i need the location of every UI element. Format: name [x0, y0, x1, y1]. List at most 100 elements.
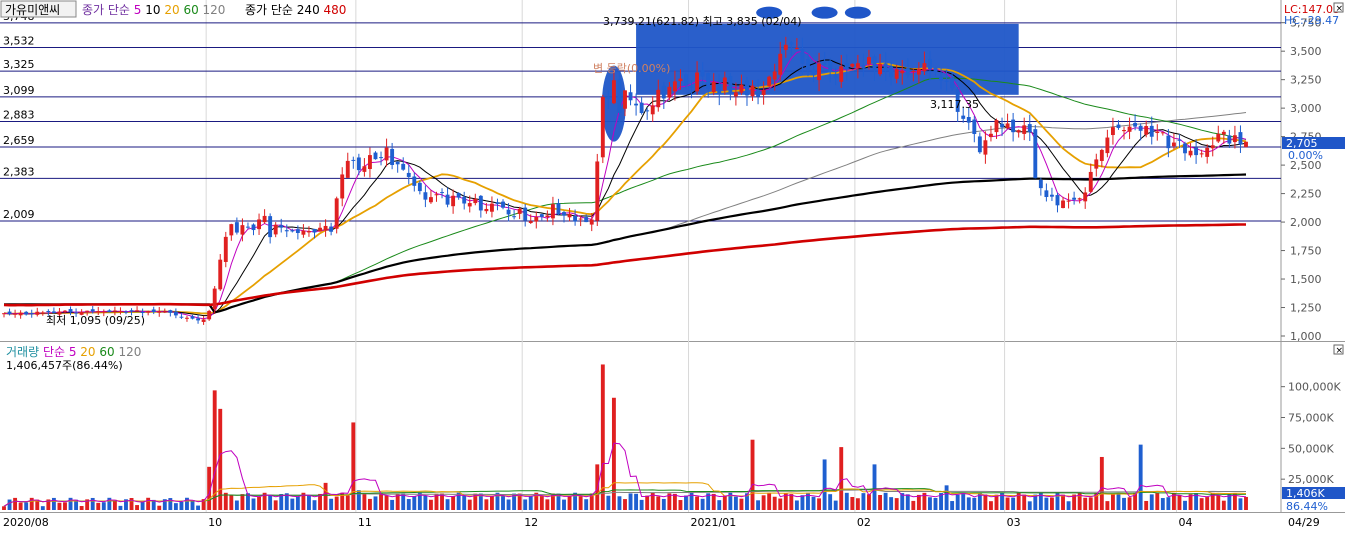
volume-bar: [623, 499, 627, 510]
level-label: 3,532: [3, 35, 35, 48]
candle-body: [611, 80, 616, 104]
candle-body: [844, 63, 849, 70]
candle-body: [989, 133, 993, 138]
volume-bar: [135, 505, 140, 510]
volume-bar: [911, 500, 916, 510]
candle-body: [928, 58, 932, 70]
volume-bar: [423, 495, 428, 510]
candle-body: [334, 198, 339, 229]
candle-body: [185, 317, 189, 319]
volume-bar: [173, 503, 178, 510]
volume-bar: [1177, 494, 1182, 510]
candle-body: [1238, 132, 1243, 145]
chart-canvas[interactable]: 3,7483,5323,3253,0992,8832,6592,3832,009…: [0, 0, 1345, 532]
volume-bar: [373, 496, 378, 510]
volume-bar: [1183, 500, 1187, 510]
volume-bar: [850, 497, 855, 510]
candle-body: [789, 42, 794, 45]
volume-bar: [362, 493, 367, 510]
candle-body: [135, 310, 140, 312]
volume-bar: [1072, 494, 1077, 510]
x-tick-label: 2020/08: [3, 516, 49, 529]
volume-bar: [695, 496, 700, 510]
candle-body: [1244, 141, 1248, 147]
volume-bar: [794, 500, 799, 510]
candle-body: [478, 195, 483, 211]
candle-body: [368, 155, 372, 170]
long-ma-legend[interactable]: 종가 단순 240 480: [245, 3, 346, 17]
volume-y-tick-label: 50,000K: [1288, 442, 1334, 455]
candle-body: [362, 166, 367, 172]
volume-bar: [18, 502, 23, 510]
candle-body: [750, 85, 755, 97]
candle-body: [767, 76, 772, 87]
candle-body: [628, 92, 633, 101]
candle-body: [68, 309, 73, 313]
candle-body: [423, 192, 428, 200]
stock-name[interactable]: 가유미앤씨: [5, 3, 60, 17]
volume-bar: [1144, 500, 1149, 510]
candle-body: [994, 120, 999, 133]
candle-body: [839, 66, 844, 82]
volume-bar: [1166, 497, 1171, 510]
candle-body: [1144, 126, 1149, 135]
candle-body: [1216, 133, 1221, 142]
volume-bar: [1088, 497, 1093, 510]
volume-bar: [506, 499, 511, 510]
candle-body: [246, 226, 250, 228]
candle-body: [251, 224, 256, 231]
y-tick-label: 1,250: [1290, 302, 1322, 315]
candle-body: [822, 62, 827, 66]
candle: [595, 153, 600, 226]
candle-body: [384, 147, 389, 161]
candle-body: [1122, 130, 1126, 132]
y-tick-label: 3,250: [1290, 74, 1322, 87]
volume-bar: [661, 498, 666, 510]
candle-body: [700, 70, 705, 77]
candle-body: [7, 311, 12, 315]
candle-body: [678, 78, 683, 82]
candle-body: [1155, 131, 1160, 133]
candle-body: [456, 192, 461, 198]
volume-bar: [96, 502, 101, 510]
hc-value: HC:-29.47: [1284, 14, 1339, 27]
candle-body: [1005, 123, 1010, 128]
candle-body: [1038, 179, 1043, 189]
candle-body: [584, 217, 589, 223]
candle-body: [173, 311, 178, 316]
candle-body: [124, 311, 128, 313]
candle-body: [495, 202, 500, 204]
candle-body: [157, 311, 162, 313]
volume-bar: [656, 496, 661, 510]
volume-bar: [966, 497, 971, 510]
candle-body: [1177, 139, 1182, 141]
volume-legend[interactable]: 거래량 단순 5 20 60 120: [6, 345, 141, 359]
volume-panel-close-button[interactable]: ×: [1333, 344, 1344, 356]
candle-body: [850, 63, 855, 67]
candle-body: [517, 208, 522, 214]
volume-bar: [789, 494, 794, 510]
change-pct: 0.00%: [1288, 149, 1323, 162]
candle-body: [273, 224, 278, 235]
candle-body: [800, 49, 805, 64]
volume-bar: [1033, 494, 1038, 510]
candle-body: [318, 227, 322, 232]
volume-bar: [562, 499, 566, 510]
candle-body: [140, 311, 145, 313]
candle-body: [911, 71, 916, 73]
candle-body: [728, 76, 733, 93]
ma-legend[interactable]: 종가 단순 5 10 20 60 120: [82, 3, 225, 17]
candle-body: [550, 204, 555, 219]
volume-bar: [817, 498, 822, 510]
volume-bar: [295, 496, 300, 510]
volume-bar: [2, 506, 6, 510]
price-panel-close-button[interactable]: ×: [1333, 2, 1344, 14]
candle-body: [972, 119, 977, 135]
volume-bar: [1027, 501, 1032, 510]
candle-body: [878, 63, 882, 75]
legend-label: 거래량: [6, 345, 43, 359]
volume-bar: [345, 495, 350, 510]
x-tick-label: 12: [524, 516, 538, 529]
candle-body: [983, 140, 988, 155]
candle-body: [1188, 150, 1193, 156]
